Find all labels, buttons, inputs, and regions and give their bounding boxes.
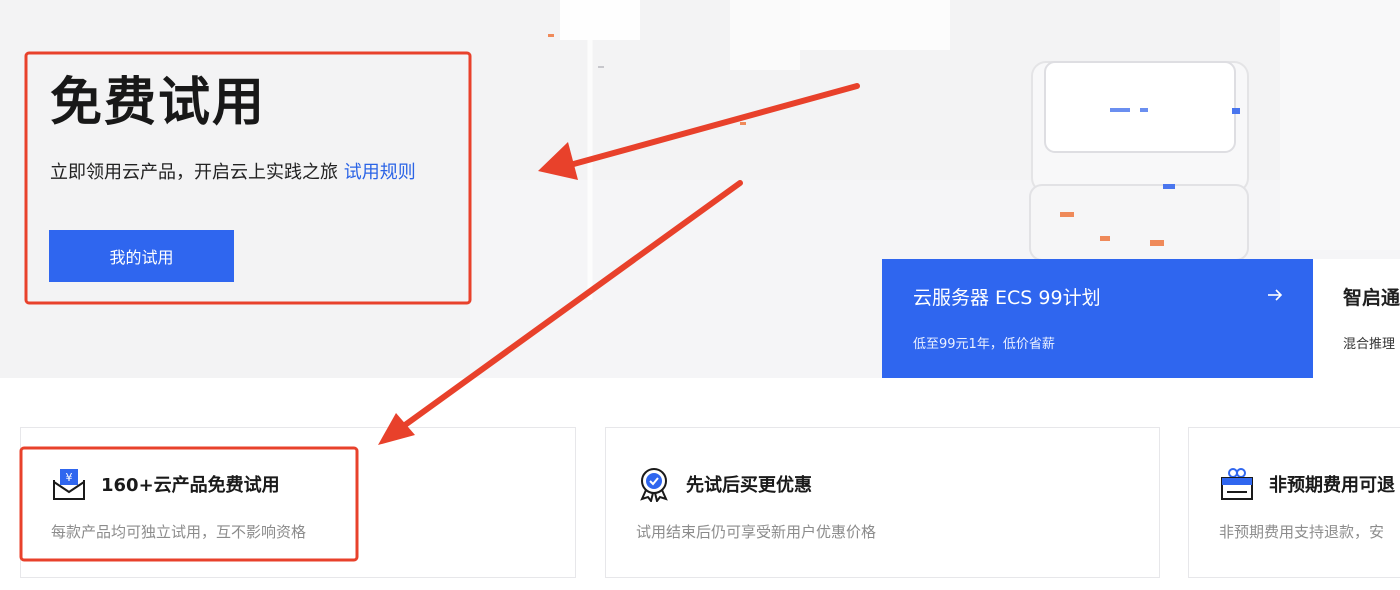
- arrow-right-icon: [1268, 289, 1283, 301]
- page-title: 免费试用: [50, 73, 267, 133]
- promo-card-subtitle: 低至99元1年，低价省薪: [913, 337, 1055, 352]
- feature-desc: 每款产品均可独立试用，互不影响资格: [51, 523, 307, 541]
- promo-card-title: 智启通: [1343, 287, 1400, 309]
- gift-box-icon: [1221, 468, 1253, 500]
- promo-card-title: 云服务器 ECS 99计划: [913, 287, 1101, 309]
- feature-title: 非预期费用可退: [1269, 475, 1395, 496]
- hero-banner: 免费试用 立即领用云产品，开启云上实践之旅 试用规则 我的试用 云服务器 ECS…: [0, 0, 1400, 378]
- feature-desc: 试用结束后仍可享受新用户优惠价格: [636, 523, 877, 541]
- promo-card-zhiqitong[interactable]: 智启通 混合推理: [1313, 259, 1400, 378]
- feature-card-refund: 非预期费用可退 非预期费用支持退款，安: [1188, 427, 1400, 578]
- promo-card-ecs[interactable]: 云服务器 ECS 99计划 低至99元1年，低价省薪: [882, 259, 1313, 378]
- feature-title: 先试后买更优惠: [686, 475, 812, 496]
- my-trials-button[interactable]: 我的试用: [49, 230, 234, 282]
- trial-rules-link[interactable]: 试用规则: [344, 162, 416, 183]
- badge-check-icon: [640, 468, 668, 502]
- feature-card-discount: 先试后买更优惠 试用结束后仍可享受新用户优惠价格: [605, 427, 1160, 578]
- feature-card-free-trial: ¥ 160+云产品免费试用 每款产品均可独立试用，互不影响资格: [20, 427, 576, 578]
- promo-card-subtitle: 混合推理: [1343, 337, 1396, 352]
- hero-subtitle: 立即领用云产品，开启云上实践之旅 试用规则: [50, 160, 416, 186]
- feature-desc: 非预期费用支持退款，安: [1219, 523, 1385, 541]
- svg-text:¥: ¥: [66, 471, 73, 484]
- envelope-yen-icon: ¥: [53, 469, 85, 500]
- hero-subtitle-text: 立即领用云产品，开启云上实践之旅: [50, 162, 338, 183]
- feature-title: 160+云产品免费试用: [101, 475, 280, 496]
